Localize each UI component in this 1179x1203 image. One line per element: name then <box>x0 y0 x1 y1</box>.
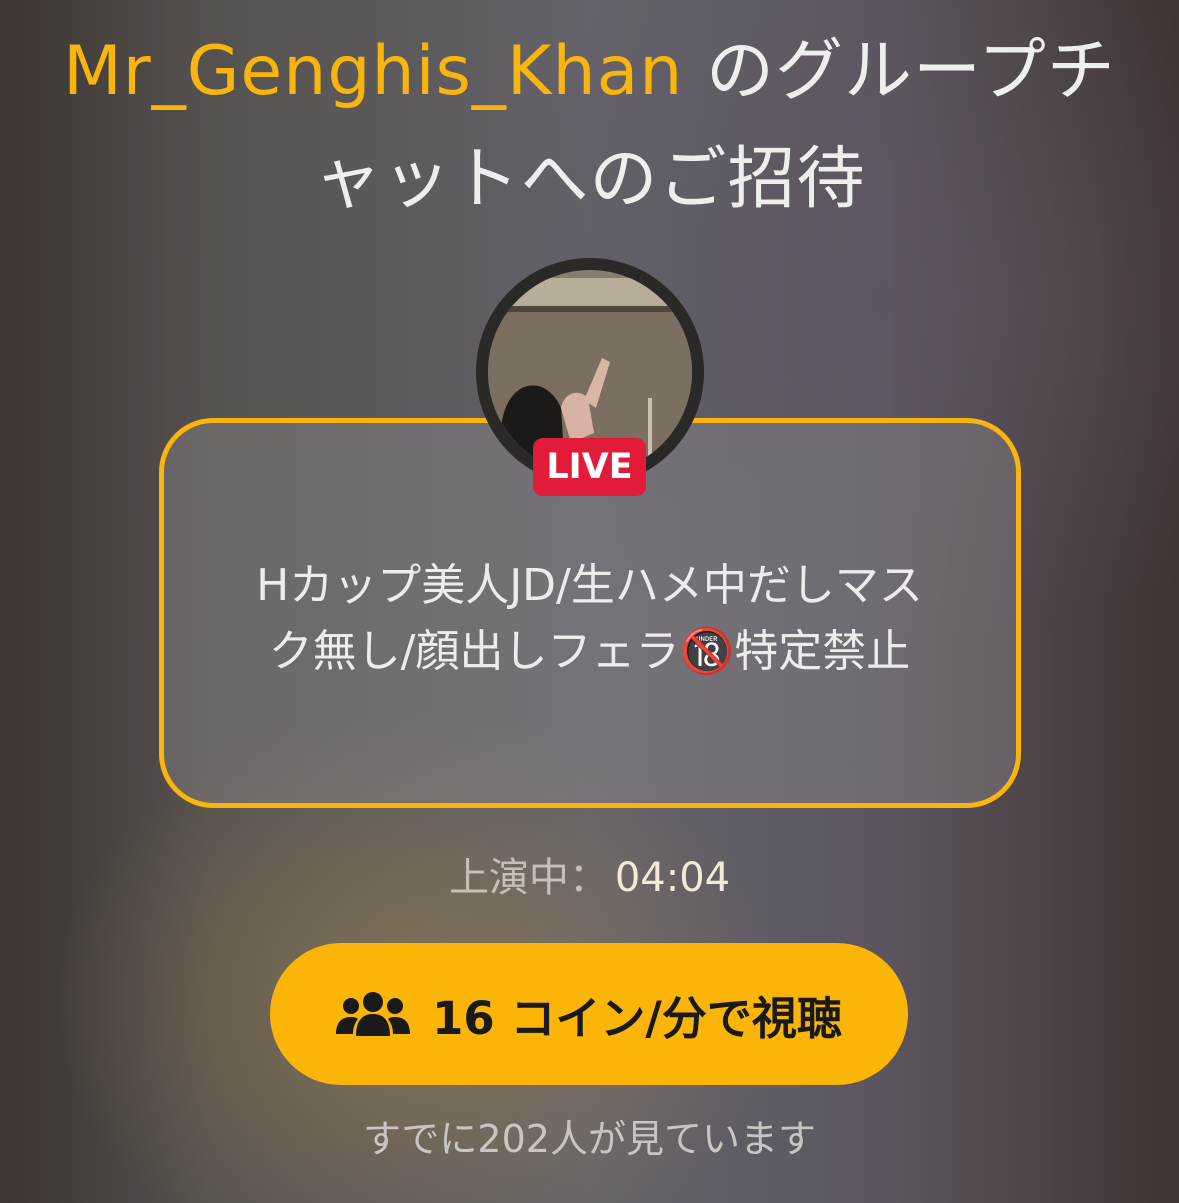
viewer-count-text: すでに202人が見ています <box>363 1117 816 1161</box>
watch-button-label: 16 コイン/分で視聴 <box>432 991 842 1045</box>
group-users-icon <box>336 992 411 1036</box>
elapsed-timer: 上演中： 04:04 <box>0 848 1179 908</box>
elapsed-label: 上演中： <box>448 855 609 901</box>
elapsed-value: 04:04 <box>614 855 731 901</box>
watch-button[interactable]: 16 コイン/分で視聴 <box>270 943 908 1085</box>
show-description: Hカップ美人JD/生ハメ中だしマスク無し/顔出しフェラ🔞特定禁止 <box>256 560 923 677</box>
invite-title: Mr_Genghis_Khan のグループチャットへのご招待 <box>40 18 1139 234</box>
host-name: Mr_Genghis_Khan <box>63 32 684 111</box>
live-badge: LIVE <box>533 438 646 496</box>
